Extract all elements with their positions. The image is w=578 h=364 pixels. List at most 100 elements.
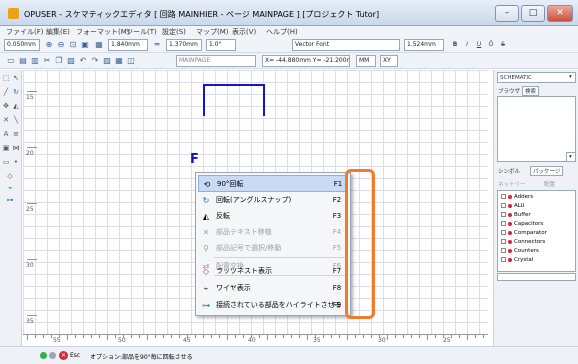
zoom-area-icon[interactable]: ⊡ [68, 40, 78, 50]
overline-button[interactable]: Ō [486, 40, 496, 50]
pointer-tool-icon[interactable]: ↖ [12, 74, 20, 82]
esc-label: Esc [70, 352, 81, 359]
unit-select[interactable]: 0.050mm [4, 39, 40, 51]
grid-toggle-icon[interactable]: ▦ [94, 40, 104, 50]
schematic-select[interactable]: SCHEMATIC ▾ [497, 72, 576, 83]
strike-button[interactable]: S [498, 40, 508, 50]
part-tool-icon[interactable]: ▭ [2, 158, 10, 166]
grid-select[interactable]: 1.840mm [108, 39, 148, 51]
tree-item[interactable]: Buffer [501, 212, 531, 218]
browser-list[interactable] [497, 96, 576, 162]
tree-item[interactable]: Crystal [501, 257, 533, 263]
shortcut-highlight-box [345, 169, 375, 319]
menu-item-mirror[interactable]: ◭ 反転 F3 [198, 208, 348, 225]
menu-item-ratsnest[interactable]: ◇ ラッツネスト表示 F7 [198, 263, 348, 280]
copy-icon[interactable]: ❐ [54, 56, 64, 66]
menu-file[interactable]: ファイル(F) [6, 27, 44, 37]
tree-item[interactable]: Counters [501, 248, 539, 254]
zoom-in-icon[interactable]: ⊕ [44, 40, 54, 50]
tree-item[interactable]: Capacitors [501, 221, 543, 227]
wire-show-tool-icon[interactable]: ⌁ [6, 184, 14, 192]
page-select[interactable]: MAINPAGE [176, 55, 256, 67]
ratsnest-tool-icon[interactable]: ◇ [6, 172, 14, 180]
menu-item-highlight-connected[interactable]: ⊶ 接続されている部品をハイライトさせる F9 [198, 297, 348, 314]
netlist-button[interactable]: ネットリー [498, 180, 526, 188]
save-icon[interactable]: ▥ [30, 56, 40, 66]
menu-item-label: 部品テキスト移植 [216, 228, 272, 236]
new-icon[interactable]: ▭ [6, 56, 16, 66]
tree-item[interactable]: Connectors [501, 239, 545, 245]
menu-view[interactable]: 表示(V) [232, 27, 256, 37]
undo-icon[interactable]: ↶ [78, 56, 88, 66]
line-width-icon[interactable]: ═ [152, 40, 162, 50]
menu-item-symbol-select[interactable]: ⚲ 部品記号で選択/移動 F5 [198, 240, 348, 257]
esc-icon[interactable]: ✕ [59, 351, 68, 360]
schematic-wire[interactable] [203, 84, 265, 104]
menu-item-shortcut: F9 [332, 301, 342, 309]
menu-item-label: 回転(アングルスナップ) [216, 196, 292, 204]
ruler-tick [283, 335, 284, 338]
ruler-tick [459, 335, 460, 338]
wire-tool-icon[interactable]: ╱ [2, 88, 10, 96]
tree-item[interactable]: Adders [501, 194, 533, 200]
menu-item-wire-show[interactable]: ⌁ ワイヤ表示 F8 [198, 280, 348, 297]
menu-item-rotate-90[interactable]: ⟲ 90°回転 F1 [198, 175, 348, 192]
ruler-mark [27, 315, 37, 316]
rotate-tool-icon[interactable]: ↻ [12, 88, 20, 96]
place-button[interactable]: 配置 [544, 180, 555, 188]
xy-mode-button[interactable]: XY [380, 55, 398, 67]
redo-icon[interactable]: ↷ [90, 56, 100, 66]
menu-map[interactable]: マップ(M) [196, 27, 229, 37]
net-tool-icon[interactable]: ⋈ [12, 144, 20, 152]
line-width-select[interactable]: 1.370mm [166, 39, 202, 51]
menu-edit[interactable]: 編集(E) [46, 27, 70, 37]
move-tool-icon[interactable]: ✥ [2, 102, 10, 110]
cross-tool-icon[interactable]: ✕ [2, 116, 10, 124]
junction-tool-icon[interactable]: • [12, 158, 20, 166]
maximize-button[interactable]: □ [521, 5, 545, 22]
minimize-button[interactable]: – [495, 5, 519, 22]
menu-settings[interactable]: 設定(S) [162, 27, 186, 37]
underline-button[interactable]: U [474, 40, 484, 50]
italic-button[interactable]: I [462, 40, 472, 50]
bold-button[interactable]: B [450, 40, 460, 50]
part-tree[interactable]: Adders ALU Buffer Capacitors Comparator … [497, 190, 576, 272]
menu-format[interactable]: フォーマット(M) [76, 27, 130, 37]
menu-item-label: 90°回転 [217, 180, 244, 188]
dropdown-toggle[interactable]: ▾ [566, 152, 576, 162]
highlight-tool-icon[interactable]: ⊶ [6, 196, 14, 204]
print-icon[interactable]: ▨ [102, 56, 112, 66]
bus-tool-icon[interactable]: ≡ [12, 130, 20, 138]
horizontal-scrollbar[interactable] [497, 273, 576, 281]
paste-icon[interactable]: ▧ [66, 56, 76, 66]
tab-package[interactable]: パッケージ [530, 166, 564, 176]
tab-symbol[interactable]: シンボル [498, 167, 520, 175]
tab-browser[interactable]: ブラウザ [498, 87, 520, 95]
zoom-fit-icon[interactable]: ▣ [80, 40, 90, 50]
menu-tool[interactable]: ツール(T) [126, 27, 157, 37]
font-select[interactable]: Vector Font [292, 39, 400, 51]
close-button[interactable]: ✕ [547, 5, 573, 22]
line-tool-icon[interactable]: ╲ [12, 116, 20, 124]
text-tool-icon[interactable]: A [2, 130, 10, 138]
tree-item[interactable]: ALU [501, 203, 525, 209]
menu-item-rotate-snap[interactable]: ↻ 回転(アングルスナップ) F2 [198, 192, 348, 209]
unit-mm-button[interactable]: MM [356, 55, 376, 67]
font-size-select[interactable]: 1.524mm [404, 39, 444, 51]
open-icon[interactable]: ▤ [18, 56, 28, 66]
tree-item[interactable]: Comparator [501, 230, 547, 236]
angle-select[interactable]: 1.0° [206, 39, 236, 51]
mirror-tool-icon[interactable]: ◭ [12, 102, 20, 110]
menu-item-text-move[interactable]: ✕ 部品テキスト移植 F4 [198, 224, 348, 241]
schematic-wire[interactable] [263, 104, 265, 116]
select-tool-icon[interactable]: ⬚ [2, 74, 10, 82]
menu-help[interactable]: ヘルプ(H) [266, 27, 298, 37]
schematic-wire[interactable] [203, 104, 205, 116]
cut-icon[interactable]: ✂ [42, 56, 52, 66]
tab-search[interactable]: 検索 [522, 86, 540, 96]
label-tool-icon[interactable]: ▣ [2, 144, 10, 152]
zoom-out-icon[interactable]: ⊖ [56, 40, 66, 50]
layer-icon[interactable]: ◫ [126, 56, 136, 66]
properties-icon[interactable]: ▦ [114, 56, 124, 66]
part-glyph[interactable]: F [190, 152, 199, 167]
